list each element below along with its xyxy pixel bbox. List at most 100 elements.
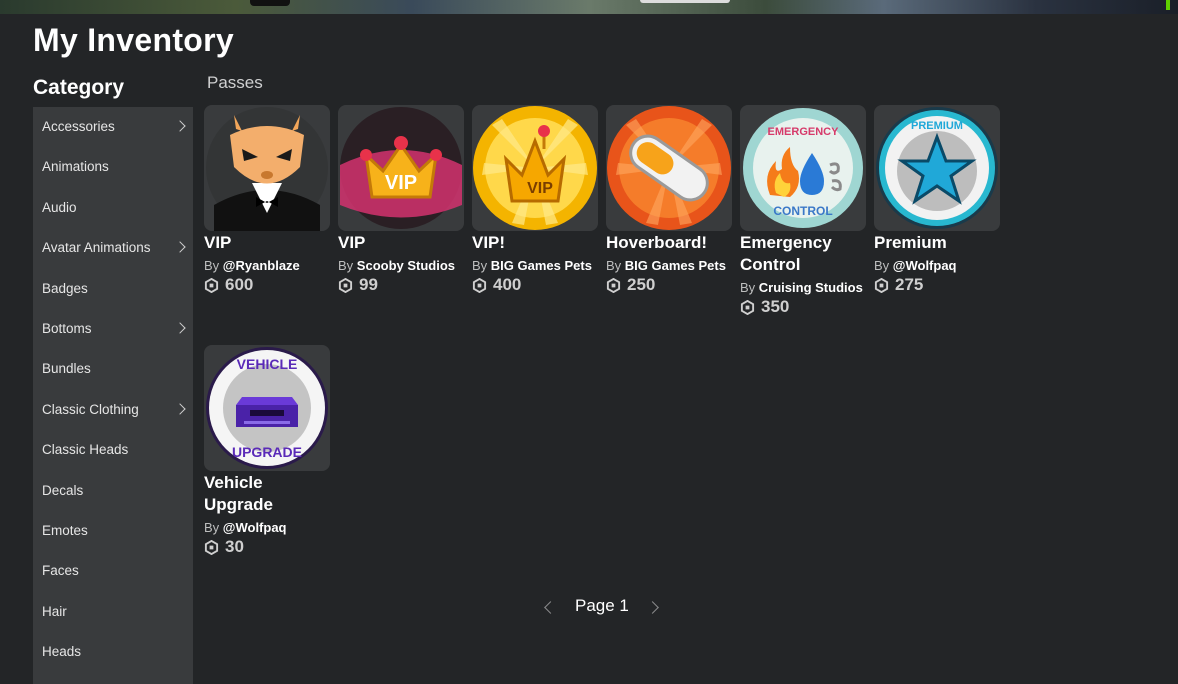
pass-creator: By BIG Games Pets: [472, 258, 596, 273]
sidebar-item-label: Decals: [42, 482, 84, 498]
pass-name[interactable]: Hoverboard!: [606, 232, 732, 254]
pass-card[interactable]: PREMIUM Premium By @Wolfpaq 275: [874, 105, 1000, 295]
pass-thumbnail[interactable]: VEHICLE UPGRADE: [204, 345, 330, 471]
sidebar-item-animations[interactable]: Animations: [33, 147, 193, 187]
pass-thumbnail[interactable]: [606, 105, 732, 231]
pass-price: 275: [874, 275, 1000, 295]
pass-price: 600: [204, 275, 330, 295]
pass-card[interactable]: Hoverboard! By BIG Games Pets 250: [606, 105, 732, 295]
sidebar-item-label: Heads: [42, 644, 82, 660]
sidebar-item-emotes[interactable]: Emotes: [33, 511, 193, 551]
creator-link[interactable]: Scooby Studios: [357, 258, 455, 273]
pass-name[interactable]: VIP!: [472, 232, 598, 254]
creator-link[interactable]: @Wolfpaq: [893, 258, 957, 273]
pass-thumbnail[interactable]: VIP: [472, 105, 598, 231]
pass-name[interactable]: Premium: [874, 232, 1000, 254]
chevron-right-icon: [174, 120, 186, 132]
pass-card[interactable]: EMERGENCY CONTROL Emergency Control By C…: [740, 105, 866, 317]
robux-icon: [338, 277, 353, 293]
sidebar-item-label: Badges: [42, 280, 88, 296]
pass-price: 30: [204, 537, 330, 557]
by-label: By: [874, 258, 890, 273]
pass-price: 350: [740, 297, 866, 317]
price-value: 350: [761, 297, 790, 316]
by-label: By: [740, 280, 756, 295]
emergency-badge-text: EMERGENCY: [768, 126, 840, 138]
sidebar-item-heads[interactable]: Heads: [33, 632, 193, 672]
price-value: 99: [359, 275, 378, 294]
chevron-right-icon[interactable]: [646, 601, 659, 614]
by-label: By: [606, 258, 622, 273]
sidebar-item-decals[interactable]: Decals: [33, 471, 193, 511]
sidebar-item-label: Hair: [42, 603, 67, 619]
sidebar-item-label: Bundles: [42, 361, 91, 377]
creator-link[interactable]: @Ryanblaze: [223, 258, 300, 273]
pass-card[interactable]: VIP By @Ryanblaze 600: [204, 105, 330, 295]
category-sidebar: Accessories Animations Audio Avatar Anim…: [33, 107, 193, 684]
chevron-left-icon[interactable]: [544, 601, 557, 614]
pass-name[interactable]: VIP: [338, 232, 464, 254]
emergency-control-icon: EMERGENCY CONTROL: [743, 108, 863, 228]
pass-thumbnail[interactable]: PREMIUM: [874, 105, 1000, 231]
robux-icon: [606, 277, 621, 293]
page-title: My Inventory: [33, 22, 234, 58]
pass-card[interactable]: VEHICLE UPGRADE Vehicle Upgrade By @Wolf…: [204, 345, 330, 557]
banner-detail: [640, 0, 730, 3]
by-label: By: [204, 258, 220, 273]
pass-card[interactable]: VIP VIP By Scooby Studios 99: [338, 105, 464, 295]
vip-crown-gold-icon: VIP: [473, 106, 597, 230]
pass-creator: By Scooby Studios: [338, 258, 462, 273]
sidebar-item-classic-clothing[interactable]: Classic Clothing: [33, 390, 193, 430]
creator-link[interactable]: BIG Games Pets: [491, 258, 592, 273]
creator-link[interactable]: Cruising Studios: [759, 280, 863, 295]
sidebar-item-audio[interactable]: Audio: [33, 188, 193, 228]
upgrade-badge-text: UPGRADE: [232, 444, 302, 460]
banner-detail: [250, 0, 290, 6]
sidebar-item-accessories[interactable]: Accessories: [33, 107, 193, 147]
sidebar-item-bundles[interactable]: Bundles: [33, 349, 193, 389]
vip-crown-icon: VIP: [340, 107, 462, 229]
pass-thumbnail[interactable]: EMERGENCY CONTROL: [740, 105, 866, 231]
pass-name[interactable]: Emergency Control: [740, 232, 866, 276]
pass-card[interactable]: VIP VIP! By BIG Games Pets 400: [472, 105, 598, 295]
sidebar-item-label: Audio: [42, 199, 77, 215]
sidebar-item-label: Avatar Animations: [42, 240, 151, 256]
sidebar-item-label: Animations: [42, 159, 109, 175]
sidebar-item-label: Bottoms: [42, 320, 92, 336]
chevron-right-icon: [174, 322, 186, 334]
sidebar-item-label: Emotes: [42, 522, 88, 538]
sidebar-item-label: Faces: [42, 563, 79, 579]
pass-thumbnail[interactable]: VIP: [338, 105, 464, 231]
premium-star-icon: PREMIUM: [876, 107, 998, 229]
premium-badge-text: PREMIUM: [911, 120, 963, 132]
sidebar-item-bottoms[interactable]: Bottoms: [33, 309, 193, 349]
hoverboard-icon: [607, 106, 731, 230]
pass-creator: By @Wolfpaq: [874, 258, 998, 273]
price-value: 600: [225, 275, 254, 294]
pass-creator: By BIG Games Pets: [606, 258, 730, 273]
pass-thumbnail[interactable]: [204, 105, 330, 231]
pass-creator: By @Wolfpaq: [204, 520, 328, 535]
sidebar-item-avatar-animations[interactable]: Avatar Animations: [33, 228, 193, 268]
pagination: Page 1: [538, 596, 668, 620]
sidebar-item-label: Accessories: [42, 119, 115, 134]
sidebar-item-faces[interactable]: Faces: [33, 551, 193, 591]
by-label: By: [204, 520, 220, 535]
pass-creator: By @Ryanblaze: [204, 258, 328, 273]
sidebar-item-classic-heads[interactable]: Classic Heads: [33, 430, 193, 470]
control-badge-text: CONTROL: [773, 204, 832, 218]
robux-icon: [204, 539, 219, 555]
sidebar-item-badges[interactable]: Badges: [33, 269, 193, 309]
pass-price: 99: [338, 275, 464, 295]
robux-icon: [472, 277, 487, 293]
deer-mask-icon: [206, 107, 328, 231]
creator-link[interactable]: BIG Games Pets: [625, 258, 726, 273]
vehicle-badge-text: VEHICLE: [237, 356, 298, 372]
creator-link[interactable]: @Wolfpaq: [223, 520, 287, 535]
price-value: 400: [493, 275, 522, 294]
pass-creator: By Cruising Studios: [740, 280, 864, 295]
pass-name[interactable]: Vehicle Upgrade: [204, 472, 330, 516]
sidebar-item-hair[interactable]: Hair: [33, 592, 193, 632]
pass-name[interactable]: VIP: [204, 232, 330, 254]
price-value: 275: [895, 275, 924, 294]
